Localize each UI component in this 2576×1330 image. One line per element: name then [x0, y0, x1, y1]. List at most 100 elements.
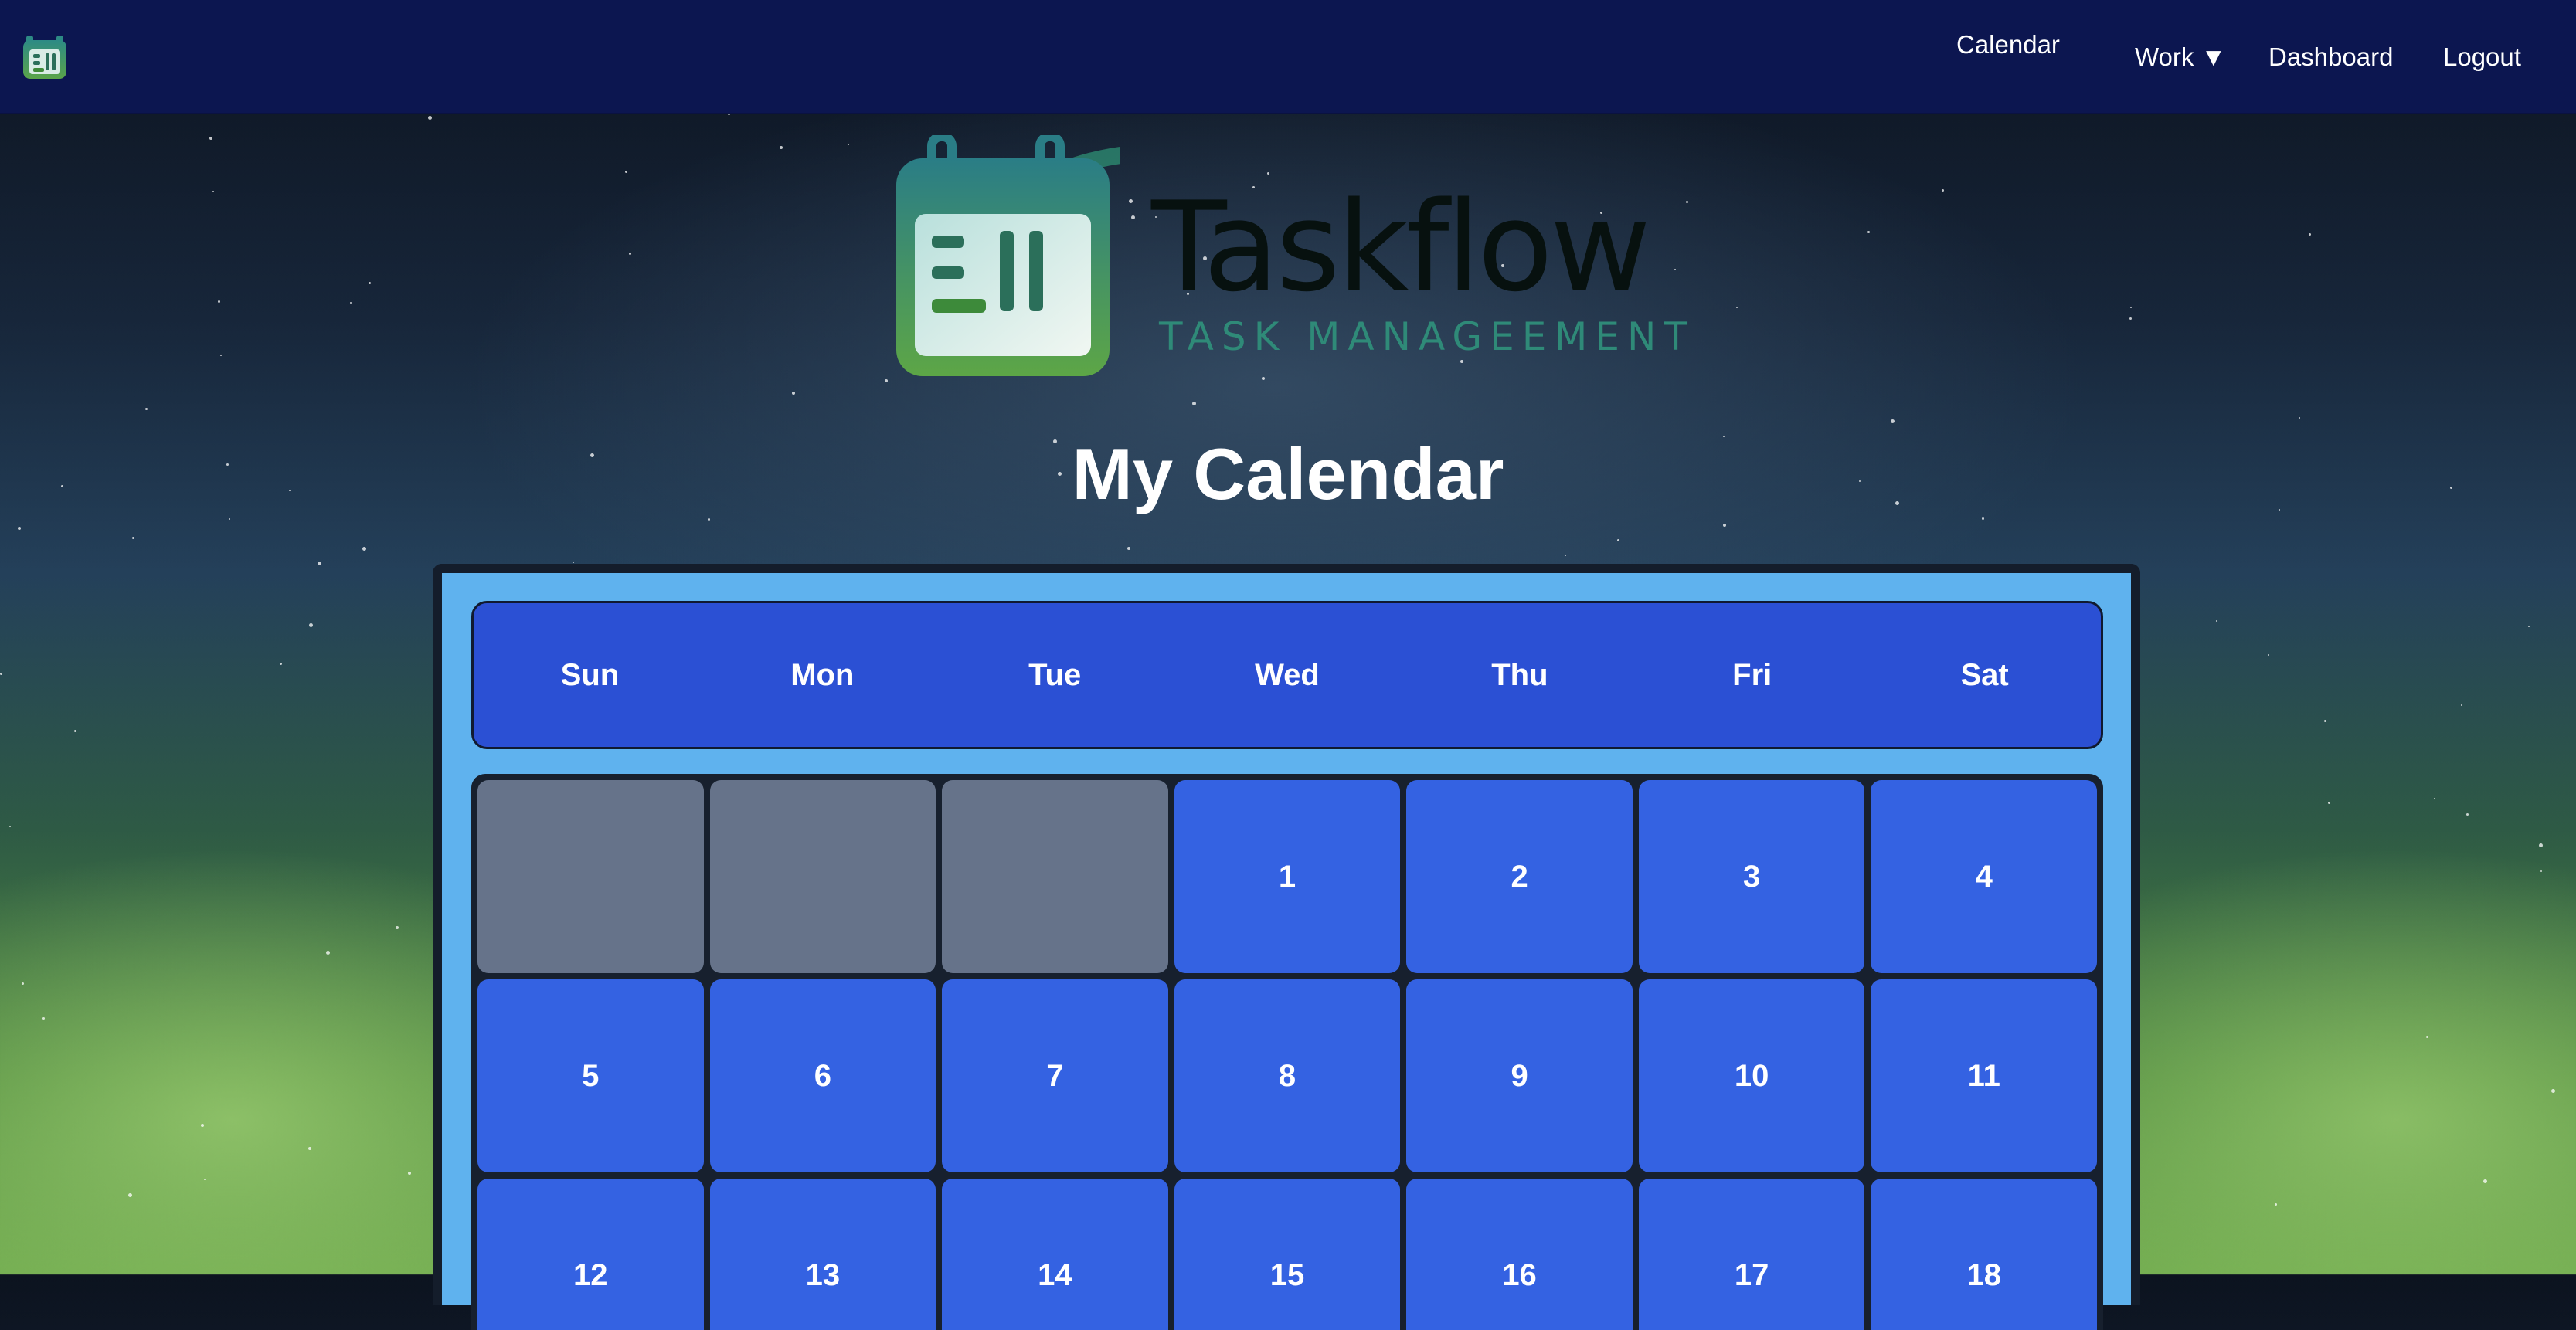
star-dot [212, 191, 214, 192]
star-dot [326, 951, 330, 955]
star-dot [218, 300, 220, 303]
star-dot [22, 982, 24, 985]
star-dot [2540, 870, 2542, 872]
star-dot [9, 826, 11, 827]
weekday-label: Sun [560, 657, 620, 692]
star-dot [204, 1179, 206, 1180]
day-cell[interactable]: 10 [1638, 979, 1865, 1172]
star-dot [2551, 1089, 2555, 1093]
star-dot [629, 253, 631, 255]
day-cell[interactable]: 5 [477, 979, 704, 1172]
star-dot [848, 144, 849, 145]
star-dot [625, 171, 627, 173]
day-cell[interactable]: 13 [709, 1179, 936, 1330]
star-dot [396, 926, 399, 929]
nav-logout-link[interactable]: Logout [2443, 42, 2521, 73]
star-dot [201, 1124, 204, 1127]
day-cell[interactable]: 15 [1174, 1179, 1401, 1330]
star-dot [1565, 555, 1566, 556]
star-dot [1867, 231, 1870, 233]
star-dot [2466, 813, 2469, 816]
star-dot [2461, 704, 2462, 706]
star-dot [1982, 517, 1984, 520]
star-dot [708, 518, 710, 521]
star-dot [2483, 1179, 2487, 1183]
star-dot [128, 1193, 132, 1197]
star-dot [408, 1172, 411, 1175]
brand-tagline: TASK MANAGEEMENT [1159, 314, 1695, 359]
star-dot [1192, 402, 1196, 405]
day-cell[interactable]: 11 [1871, 979, 2097, 1172]
calendar-logo-icon[interactable] [23, 32, 66, 79]
weekday-label: Thu [1491, 657, 1548, 692]
empty-day-cell [477, 780, 704, 973]
star-dot [350, 302, 352, 304]
day-cell[interactable]: 17 [1638, 1179, 1865, 1330]
star-dot [885, 379, 888, 382]
star-dot [369, 282, 371, 284]
star-dot [2324, 720, 2326, 722]
star-dot [0, 673, 2, 675]
top-navbar: Calendar Work ▼ Dashboard Logout [0, 0, 2576, 114]
day-cell[interactable]: 3 [1638, 780, 1865, 973]
nav-dashboard-link[interactable]: Dashboard [2268, 42, 2393, 73]
star-dot [209, 137, 212, 140]
star-dot [2268, 654, 2269, 656]
star-dot [145, 408, 148, 410]
weekday-label: Mon [790, 657, 855, 692]
star-dot [2434, 798, 2435, 799]
nav-work-dropdown[interactable]: Work ▼ [2135, 42, 2226, 73]
day-cell[interactable]: 7 [942, 979, 1168, 1172]
weekday-label: Sat [1960, 657, 2009, 692]
day-cell[interactable]: 2 [1406, 780, 1633, 973]
day-cell[interactable]: 8 [1174, 979, 1401, 1172]
weekday-header: Sun Mon Tue Wed Thu Fri Sat [471, 601, 2103, 749]
star-dot [1942, 189, 1944, 192]
star-dot [309, 623, 313, 627]
star-dot [1723, 524, 1726, 527]
star-dot [792, 392, 795, 395]
star-dot [2328, 802, 2330, 804]
star-dot [18, 527, 21, 530]
star-dot [2299, 417, 2300, 419]
empty-day-cell [942, 780, 1168, 973]
star-dot [2309, 233, 2311, 236]
star-dot [2130, 307, 2132, 308]
weekday-label: Fri [1732, 657, 1772, 692]
calendar-logo-icon [896, 135, 1120, 376]
star-dot [42, 1017, 45, 1020]
day-cell[interactable]: 9 [1406, 979, 1633, 1172]
star-dot [229, 518, 230, 520]
star-dot [132, 537, 134, 539]
star-dot [74, 730, 76, 732]
day-cell[interactable]: 14 [942, 1179, 1168, 1330]
star-dot [573, 562, 574, 563]
day-cell[interactable]: 4 [1871, 780, 2097, 973]
page-title: My Calendar [1072, 433, 1504, 514]
nav-calendar-link[interactable]: Calendar [1956, 29, 2060, 60]
star-dot [220, 355, 222, 356]
star-dot [1127, 547, 1130, 550]
star-dot [280, 663, 282, 665]
star-dot [2129, 317, 2132, 320]
star-dot [308, 1147, 311, 1150]
brand-name: Taskflow [1151, 175, 1651, 319]
star-dot [2528, 626, 2530, 627]
star-dot [1891, 419, 1895, 423]
day-cell[interactable]: 1 [1174, 780, 1401, 973]
star-dot [318, 562, 321, 565]
star-dot [428, 116, 432, 120]
calendar-days-grid: 1 2 3 4 5 6 7 8 9 10 11 12 13 14 15 16 17 18 [471, 774, 2103, 1330]
star-dot [1617, 539, 1619, 541]
calendar-panel: Sun Mon Tue Wed Thu Fri Sat 1 2 3 4 5 6 7 8 9 10 11 12 13 1… [433, 564, 2140, 1330]
star-dot [2426, 1036, 2428, 1038]
day-cell[interactable]: 16 [1406, 1179, 1633, 1330]
day-cell[interactable]: 18 [1871, 1179, 2097, 1330]
star-dot [1736, 307, 1738, 308]
weekday-label: Tue [1028, 657, 1082, 692]
star-dot [2275, 1203, 2277, 1206]
star-dot [362, 547, 366, 551]
day-cell[interactable]: 6 [709, 979, 936, 1172]
day-cell[interactable]: 12 [477, 1179, 704, 1330]
star-dot [2216, 620, 2217, 622]
